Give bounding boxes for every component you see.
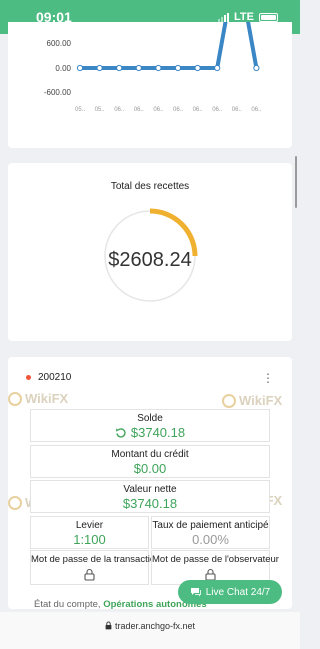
x-tick-label: 06..	[153, 107, 163, 113]
leverage-field: Levier 1:100	[30, 516, 149, 549]
x-tick-label: 06..	[212, 107, 222, 113]
account-card: 200210 ⋮ WikiFX WikiFX WikiFX WikiFX Sol…	[8, 357, 292, 610]
leverage-label: Levier	[75, 520, 104, 531]
refresh-icon[interactable]	[115, 427, 127, 439]
x-tick-label: 06..	[251, 107, 261, 113]
y-tick-label: 600.00	[47, 39, 72, 48]
battery-icon	[259, 12, 278, 22]
total-revenue-value: $2608.24	[108, 249, 192, 271]
equity-label: Valeur nette	[123, 484, 177, 495]
account-status-dot	[26, 375, 31, 380]
data-point[interactable]	[76, 64, 84, 72]
prepayment-rate-label: Taux de paiement anticipé	[152, 520, 269, 531]
data-point[interactable]	[194, 64, 201, 72]
more-options-icon[interactable]: ⋮	[262, 371, 274, 385]
total-revenue-title: Total des recettes	[110, 181, 190, 192]
series-line	[80, 22, 259, 70]
lock-icon[interactable]	[84, 568, 95, 581]
watermark-logo: WikiFX	[8, 391, 68, 406]
live-chat-label: Live Chat 24/7	[205, 586, 271, 598]
account-id: 200210	[38, 372, 72, 383]
equity-field: Valeur nette $3740.18	[30, 480, 270, 513]
lock-icon	[105, 621, 112, 630]
credit-value: $0.00	[133, 461, 167, 476]
prepayment-rate-field: Taux de paiement anticipé 0.00%	[151, 516, 270, 549]
scrollbar[interactable]	[295, 156, 297, 208]
account-status-label: État du compte,	[34, 599, 101, 610]
data-point[interactable]	[253, 64, 260, 72]
signal-icon	[218, 12, 230, 22]
y-tick-label: 0.00	[55, 64, 71, 73]
browser-url-bar[interactable]: trader.anchgo-fx.net	[0, 612, 300, 649]
total-revenue-card: Total des recettes $2608.24	[8, 163, 292, 341]
revenue-line-chart: 600.00 0.00 -600.00 05.. 05.. 06.. 06.. 06.. 06.…	[44, 22, 262, 113]
transaction-password-field[interactable]: Mot de passe de la transaction	[30, 550, 161, 585]
url-display[interactable]: trader.anchgo-fx.net	[0, 621, 300, 631]
data-point[interactable]	[155, 64, 162, 72]
url-text: trader.anchgo-fx.net	[114, 621, 196, 631]
data-point[interactable]	[116, 64, 123, 72]
x-tick-label: 05..	[95, 107, 105, 113]
balance-value-row: $3740.18	[31, 425, 269, 440]
data-point[interactable]	[96, 64, 103, 72]
x-tick-label: 05..	[75, 107, 85, 113]
balance-field: Solde $3740.18	[30, 409, 270, 442]
leverage-value: 1:100	[73, 532, 106, 547]
x-tick-label: 06..	[193, 107, 203, 113]
y-tick-label: -600.00	[44, 88, 72, 97]
balance-label: Solde	[137, 413, 163, 424]
credit-field: Montant du crédit $0.00	[30, 445, 270, 478]
balance-value: $3740.18	[130, 425, 186, 440]
prepayment-rate-value: 0.00%	[192, 532, 229, 547]
data-point[interactable]	[174, 64, 182, 72]
revenue-chart-card: 600.00 0.00 -600.00 05.. 05.. 06.. 06.. 06.. 06.…	[8, 22, 292, 148]
observer-password-label: Mot de passe de l'observateur	[152, 554, 279, 565]
data-point[interactable]	[135, 64, 142, 72]
transaction-password-label: Mot de passe de la transaction	[31, 554, 161, 565]
live-chat-button[interactable]: Live Chat 24/7	[178, 580, 282, 604]
x-tick-label: 06..	[232, 107, 242, 113]
watermark-logo: WikiFX	[222, 393, 282, 408]
x-tick-label: 06..	[134, 107, 144, 113]
equity-value: $3740.18	[122, 496, 178, 511]
chat-bubble-icon	[190, 588, 201, 597]
credit-label: Montant du crédit	[111, 449, 189, 460]
x-tick-label: 06..	[173, 107, 183, 113]
x-tick-label: 06..	[114, 107, 124, 113]
data-point[interactable]	[214, 64, 221, 72]
